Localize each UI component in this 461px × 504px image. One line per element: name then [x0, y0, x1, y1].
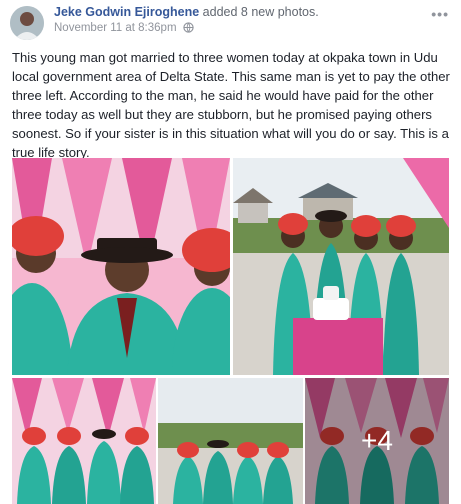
post-action-text: added 8 new photos. [202, 5, 319, 19]
post-photo-bottom-middle[interactable] [158, 378, 303, 504]
more-photos-count[interactable]: +4 [305, 378, 449, 504]
post-meta: November 11 at 8:36pm [54, 22, 194, 36]
author-name-link[interactable]: Jeke Godwin Ejiroghene [54, 5, 199, 19]
post-photo-more[interactable]: +4 [305, 378, 449, 504]
globe-icon[interactable] [183, 22, 194, 36]
post-text: This young man got married to three wome… [12, 50, 450, 160]
author-avatar[interactable] [10, 6, 44, 40]
author-line: Jeke Godwin Ejiroghene added 8 new photo… [54, 5, 319, 19]
post-photo-group-outdoor[interactable] [233, 158, 449, 375]
post-photo-groom[interactable] [12, 158, 230, 375]
more-options-icon[interactable]: ••• [431, 6, 449, 22]
post-header: Jeke Godwin Ejiroghene added 8 new photo… [0, 0, 461, 44]
post-photo-bottom-left[interactable] [12, 378, 156, 504]
post-timestamp-link[interactable]: November 11 at 8:36pm [54, 22, 177, 34]
